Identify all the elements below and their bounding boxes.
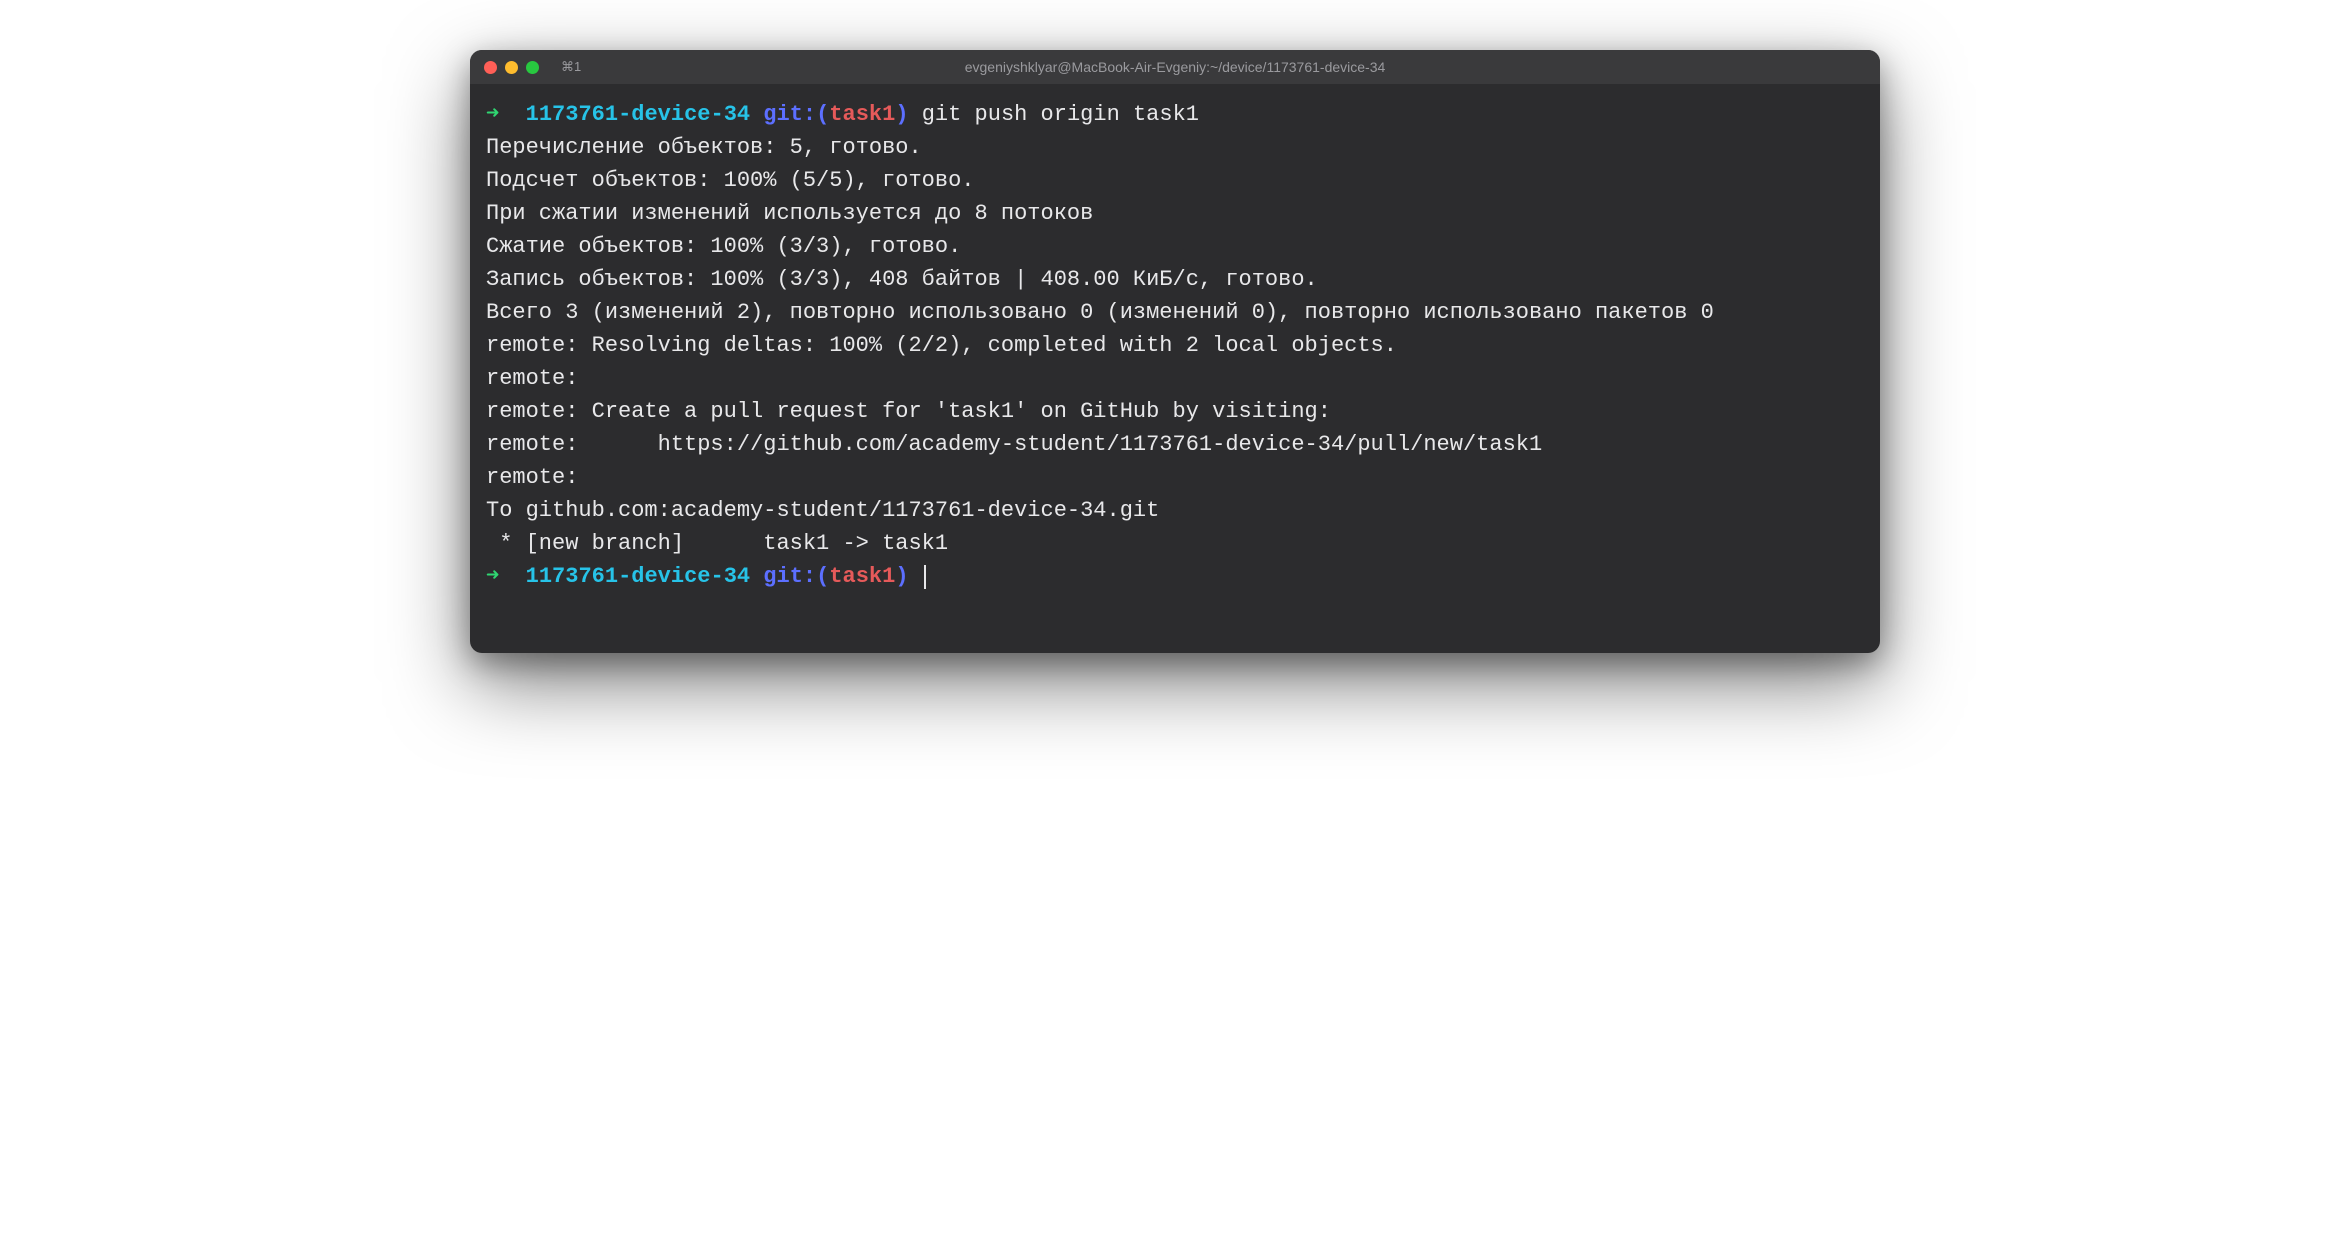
output-line: Запись объектов: 100% (3/3), 408 байтов … (486, 263, 1864, 296)
output-line: To github.com:academy-student/1173761-de… (486, 494, 1864, 527)
output-line: remote: https://github.com/academy-stude… (486, 428, 1864, 461)
prompt-arrow-icon: ➜ (486, 564, 499, 589)
output-line: При сжатии изменений используется до 8 п… (486, 197, 1864, 230)
git-branch: task1 (829, 564, 895, 589)
output-line: remote: (486, 461, 1864, 494)
window-title: evgeniyshklyar@MacBook-Air-Evgeniy:~/dev… (965, 59, 1386, 75)
output-line: Перечисление объектов: 5, готово. (486, 131, 1864, 164)
prompt-line: ➜ 1173761-device-34 git:(task1) (486, 560, 1864, 593)
output-line: * [new branch] task1 -> task1 (486, 527, 1864, 560)
current-directory: 1173761-device-34 (526, 102, 750, 127)
minimize-icon[interactable] (505, 61, 518, 74)
paren-open: ( (816, 102, 829, 127)
traffic-lights (484, 61, 539, 74)
close-icon[interactable] (484, 61, 497, 74)
paren-close: ) (895, 102, 908, 127)
output-line: remote: (486, 362, 1864, 395)
paren-close: ) (895, 564, 908, 589)
terminal-body[interactable]: ➜ 1173761-device-34 git:(task1) git push… (470, 84, 1880, 653)
command-text: git push origin task1 (922, 102, 1199, 127)
output-line: Всего 3 (изменений 2), повторно использо… (486, 296, 1864, 329)
titlebar: ⌘1 evgeniyshklyar@MacBook-Air-Evgeniy:~/… (470, 50, 1880, 84)
terminal-window: ⌘1 evgeniyshklyar@MacBook-Air-Evgeniy:~/… (470, 50, 1880, 653)
current-directory: 1173761-device-34 (526, 564, 750, 589)
git-branch: task1 (829, 102, 895, 127)
maximize-icon[interactable] (526, 61, 539, 74)
tab-label[interactable]: ⌘1 (561, 59, 581, 75)
cursor (924, 565, 926, 589)
output-line: Сжатие объектов: 100% (3/3), готово. (486, 230, 1864, 263)
output-line: Подсчет объектов: 100% (5/5), готово. (486, 164, 1864, 197)
git-label: git: (763, 564, 816, 589)
output-line: remote: Resolving deltas: 100% (2/2), co… (486, 329, 1864, 362)
prompt-arrow-icon: ➜ (486, 102, 499, 127)
prompt-line: ➜ 1173761-device-34 git:(task1) git push… (486, 98, 1864, 131)
paren-open: ( (816, 564, 829, 589)
output-line: remote: Create a pull request for 'task1… (486, 395, 1864, 428)
git-label: git: (763, 102, 816, 127)
